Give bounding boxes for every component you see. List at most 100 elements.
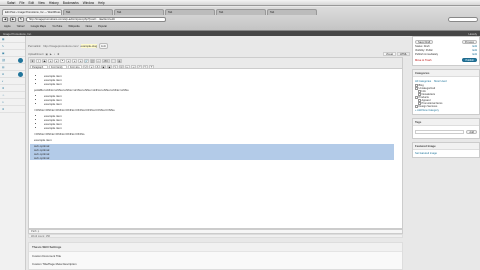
bookmark-maps[interactable]: Google Maps — [31, 25, 46, 28]
sidebar-item-dashboard[interactable]: ▦ — [0, 36, 25, 43]
tab-all-categories[interactable]: All Categories — [415, 80, 431, 83]
sidebar-item-pages[interactable]: ▤ — [0, 64, 25, 71]
align-right-button[interactable]: ≡ — [78, 59, 83, 63]
tag-input[interactable] — [415, 130, 465, 134]
editor-toolbar: B I S ≡ ≡ ❝ ≡ ≡ ≡ 🔗 ⛓ ▭ ABC ⛶ ▦ Paragrap… — [28, 57, 403, 69]
add-media-icon[interactable]: ✱ — [57, 53, 59, 56]
categories-title[interactable]: Categories — [413, 70, 479, 77]
featured-image-title[interactable]: Featured Image — [413, 143, 479, 150]
sidebar-item-posts[interactable]: ✎ — [0, 43, 25, 50]
tools-icon: ✂ — [2, 100, 5, 104]
add-image-icon[interactable]: ▣ — [45, 53, 47, 56]
unlink-button[interactable]: ⛓ — [90, 59, 95, 63]
sidebar-item-links[interactable]: ⛓ — [0, 57, 25, 64]
add-category-link[interactable]: + Add New Category — [415, 109, 477, 112]
bold-button[interactable]: B — [30, 59, 35, 63]
italic-button[interactable]: I — [36, 59, 41, 63]
menu-window[interactable]: Window — [83, 1, 94, 5]
categories-panel: Categories All Categories Most Used Blog… — [412, 69, 480, 115]
menu-safari[interactable]: Safari — [7, 1, 15, 5]
kitchen-sink-button[interactable]: ▦ — [117, 59, 122, 63]
preview-button[interactable]: Preview — [461, 40, 477, 44]
menu-view[interactable]: View — [38, 1, 45, 5]
fullscreen-button[interactable]: ⛶ — [111, 59, 116, 63]
schedule-text: Publish immediately — [415, 53, 439, 56]
pages-icon: ▤ — [2, 65, 5, 69]
mac-menubar: Safari File Edit View History Bookmarks … — [0, 0, 480, 40]
link-icon: ⛓ — [2, 58, 6, 62]
tags-title[interactable]: Tags — [413, 119, 479, 126]
bookmark-youtube[interactable]: YouTube — [52, 25, 62, 28]
tab-visual[interactable]: Visual — [382, 52, 396, 56]
sidebar-item-media[interactable]: ▣ — [0, 50, 25, 57]
add-audio-icon[interactable]: ♪ — [54, 53, 55, 56]
right-sidebar: Save Draft Preview Status: Draft Edit Vis… — [412, 36, 480, 270]
address-row: ◀ ▶ ↻ http://imagepromotions.com/wp-admi… — [0, 15, 480, 23]
category-item[interactable]: Design Services — [415, 105, 477, 108]
address-field[interactable]: http://imagepromotions.com/wp-admin/post… — [26, 16, 166, 22]
main-content: Permalink: http://imagepromotions.com/ e… — [28, 36, 410, 270]
sidebar-item-tools[interactable]: ✂ — [0, 99, 25, 106]
permalink-slug[interactable]: example-slug — [80, 44, 98, 48]
howdy-user[interactable]: Howdy — [468, 32, 477, 36]
menu-edit[interactable]: Edit — [28, 1, 34, 5]
permalink-url[interactable]: http://imagepromotions.com/ — [43, 44, 78, 48]
plugins-icon: ⚙ — [2, 86, 5, 90]
menu-history[interactable]: History — [49, 1, 59, 5]
permalink-edit-button[interactable]: Edit — [99, 43, 108, 49]
bookmark-apple[interactable]: Apple — [4, 25, 11, 28]
strikethrough-button[interactable]: S — [42, 59, 47, 63]
add-video-icon[interactable]: ▶ — [50, 53, 52, 56]
sidebar-item-appearance[interactable]: ◐ — [0, 78, 25, 85]
tab-most-used[interactable]: Most Used — [434, 80, 446, 83]
bookmark-yahoo[interactable]: Yahoo! — [17, 25, 25, 28]
publish-panel: Save Draft Preview Status: Draft Edit Vis… — [412, 36, 480, 66]
set-featured-image-link[interactable]: Set featured image — [415, 152, 437, 155]
link-button[interactable]: 🔗 — [84, 59, 89, 63]
bookmarks-bar: Apple Yahoo! Google Maps YouTube Wikiped… — [0, 23, 480, 30]
numbered-list-button[interactable]: ≡ — [54, 59, 59, 63]
permalink-row: Permalink: http://imagepromotions.com/ e… — [28, 43, 108, 49]
spellcheck-button[interactable]: ABC — [102, 59, 110, 63]
browser-chrome: Edit Post ‹ Image Promotions, Inc — Word… — [0, 7, 480, 31]
sidebar-item-comments[interactable]: ✉ — [0, 71, 25, 78]
publish-button[interactable]: Publish — [462, 58, 477, 62]
sidebar-item-plugins[interactable]: ⚙ — [0, 85, 25, 92]
search-field[interactable] — [448, 16, 478, 22]
dashboard-icon: ▦ — [2, 37, 5, 41]
menu-bookmarks[interactable]: Bookmarks — [63, 1, 79, 5]
tab-html[interactable]: HTML — [396, 52, 410, 56]
align-center-button[interactable]: ≡ — [72, 59, 77, 63]
more-tag-button[interactable]: ▭ — [96, 59, 101, 63]
editor-content[interactable]: example item example item example item p… — [28, 69, 403, 229]
menu-file[interactable]: File — [19, 1, 24, 5]
admin-sidebar: ▦ ✎ ▣ ⛓ ▤ ✉ ◐ ⚙ ☺ ✂ ⚙ — [0, 36, 26, 270]
bookmark-popular[interactable]: Popular — [98, 25, 107, 28]
sidebar-item-users[interactable]: ☺ — [0, 92, 25, 99]
checkbox[interactable] — [415, 105, 418, 108]
back-button[interactable]: ◀ — [2, 16, 8, 22]
visibility-edit-link[interactable]: Edit — [473, 49, 477, 52]
align-left-button[interactable]: ≡ — [66, 59, 71, 63]
status-text: Status: Draft — [415, 45, 430, 48]
save-draft-button[interactable]: Save Draft — [415, 40, 434, 44]
schedule-edit-link[interactable]: Edit — [473, 53, 477, 56]
blockquote-button[interactable]: ❝ — [60, 59, 65, 63]
sidebar-item-settings[interactable]: ⚙ — [0, 106, 25, 113]
status-edit-link[interactable]: Edit — [473, 45, 477, 48]
move-to-trash-link[interactable]: Move to Trash — [415, 59, 431, 62]
bookmark-news[interactable]: News — [86, 25, 93, 28]
content-list-3: example item example item example item e… — [44, 114, 397, 130]
users-icon: ☺ — [2, 93, 5, 97]
forward-button[interactable]: ▶ — [10, 16, 16, 22]
seo-title[interactable]: Thesis SEO Settings — [29, 243, 402, 252]
bullet-list-button[interactable]: ≡ — [48, 59, 53, 63]
bookmark-wikipedia[interactable]: Wikipedia — [68, 25, 79, 28]
site-title[interactable]: Image Promotions, Inc. — [3, 32, 32, 36]
menu-help[interactable]: Help — [98, 1, 105, 5]
add-tag-button[interactable]: Add — [466, 130, 477, 134]
content-paragraph: polHBo=oNNo=oNNo=oNNo=oNNo=oNNo=oNNo=oNN… — [34, 88, 129, 92]
visibility-text: Visibility: Public — [415, 49, 433, 52]
word-count: Word count: 156 — [28, 234, 403, 238]
reload-button[interactable]: ↻ — [18, 16, 24, 22]
